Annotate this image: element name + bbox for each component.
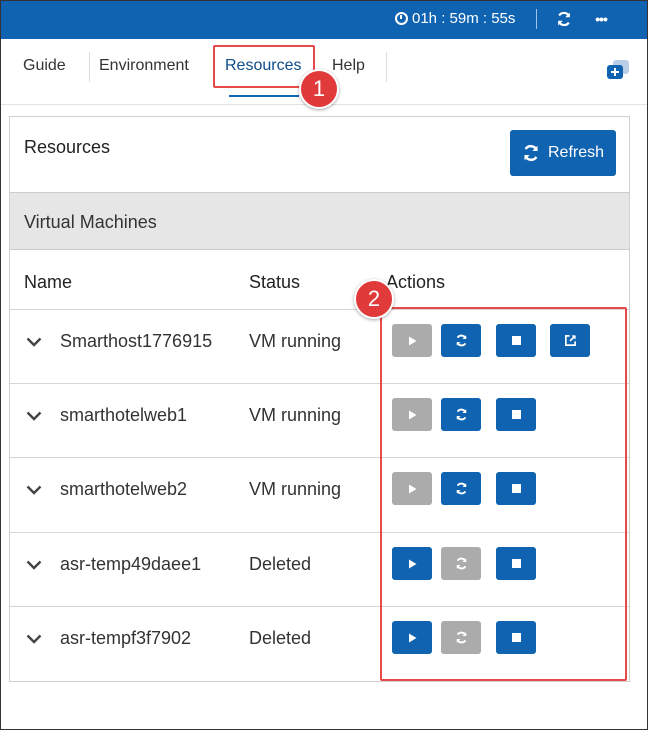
column-header-actions: Actions xyxy=(386,272,446,292)
chevron-down-icon[interactable] xyxy=(26,334,42,352)
chevron-down-icon[interactable] xyxy=(26,482,42,500)
column-header-status: Status xyxy=(249,272,301,292)
top-bar: 01h : 59m : 55s ••• xyxy=(1,1,647,39)
section-header: Virtual Machines xyxy=(10,192,629,250)
active-tab-indicator xyxy=(229,95,299,97)
refresh-icon xyxy=(524,144,538,162)
annotation-badge-1: 1 xyxy=(299,69,339,109)
vm-status: VM running xyxy=(249,405,342,425)
refresh-icon[interactable] xyxy=(552,7,576,31)
refresh-label: Refresh xyxy=(547,144,605,161)
annotation-badge-2: 2 xyxy=(354,279,394,319)
vm-status: VM running xyxy=(249,479,342,499)
tab-divider xyxy=(386,52,387,82)
refresh-button[interactable]: Refresh xyxy=(510,130,616,176)
highlight-box-actions xyxy=(380,307,627,681)
divider xyxy=(536,9,537,29)
section-title: Virtual Machines xyxy=(24,212,157,232)
panel-title: Resources xyxy=(24,137,111,157)
vm-status: VM running xyxy=(249,331,342,351)
tab-guide[interactable]: Guide xyxy=(23,57,66,75)
vm-name: smarthotelweb2 xyxy=(60,479,188,499)
tab-divider xyxy=(89,52,90,82)
vm-name: smarthotelweb1 xyxy=(60,405,188,425)
timer-text: 01h : 59m : 55s xyxy=(412,10,516,27)
vm-name: Smarthost1776915 xyxy=(60,331,213,351)
lab-window: 01h : 59m : 55s ••• Guide Environment Re… xyxy=(0,0,648,730)
clock-icon xyxy=(395,12,408,25)
tab-environment[interactable]: Environment xyxy=(99,57,189,75)
vm-name: asr-tempf3f7902 xyxy=(60,628,192,648)
more-icon[interactable]: ••• xyxy=(589,7,613,31)
vm-status: Deleted xyxy=(249,554,312,574)
session-timer: 01h : 59m : 55s xyxy=(395,10,515,27)
column-header-name: Name xyxy=(24,272,73,292)
vm-status: Deleted xyxy=(249,628,312,648)
side-panel-icon[interactable] xyxy=(605,59,631,86)
vm-name: asr-temp49daee1 xyxy=(60,554,202,574)
chevron-down-icon[interactable] xyxy=(26,557,42,575)
tab-help[interactable]: Help xyxy=(332,57,365,75)
chevron-down-icon[interactable] xyxy=(26,408,42,426)
chevron-down-icon[interactable] xyxy=(26,631,42,649)
